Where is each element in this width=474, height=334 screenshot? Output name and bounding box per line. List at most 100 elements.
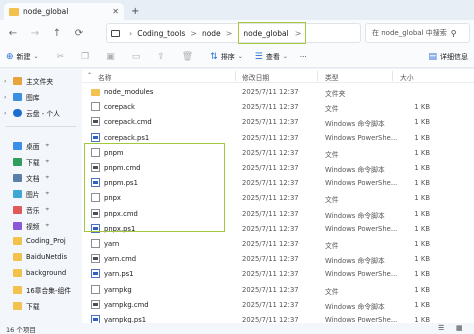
file-size: 1 KB <box>414 240 430 248</box>
column-type-header[interactable]: 类型 <box>325 72 339 82</box>
file-date: 2025/7/11 12:37 <box>242 209 299 218</box>
file-size: 1 KB <box>414 209 430 218</box>
table-row[interactable]: yarnpkg 2025/7/11 12:37 文件 1 KB <box>82 282 474 297</box>
monitor-icon <box>111 29 120 37</box>
details-view-icon[interactable]: ☰ <box>438 324 444 332</box>
sidebar-item-downloads[interactable]: 下载 ⌖ <box>4 157 80 167</box>
chevron-down-icon: ⌄ <box>33 53 39 60</box>
file-date: 2025/7/11 12:37 <box>242 285 299 294</box>
delete-button[interactable]: 🗑 <box>182 52 196 62</box>
sidebar-item-desktop[interactable]: 桌面 ⌖ <box>4 141 80 151</box>
file-date: 2025/7/11 12:37 <box>242 179 299 188</box>
sidebar-item-downloads-folder[interactable]: 下载 <box>4 301 80 311</box>
tab-node-global[interactable]: node_global ✕ <box>4 3 124 20</box>
rename-icon: ▭ <box>131 51 141 62</box>
table-row[interactable]: yarnpkg.cmd 2025/7/11 12:37 Windows 命令脚本 1 … <box>82 297 474 312</box>
sidebar-item-coding-proj[interactable]: Coding_Proj <box>4 237 80 245</box>
sidebar-item-label: 16章合集-组件 <box>26 287 72 295</box>
command-bar: ⊕ 新建 ⌄ ✂ ❐ ▣ ▭ ⇪ 🗑 ⇅ 排序 ⌄ ☰ 查看 ⌄ ··· ▤ 详… <box>0 46 474 68</box>
folder-icon <box>13 237 22 245</box>
pin-icon: ⌖ <box>45 222 49 229</box>
file-size: 1 KB <box>414 300 430 309</box>
chevron-right-icon: › <box>4 93 7 101</box>
paste-button[interactable]: ▣ <box>106 52 118 62</box>
table-row[interactable]: corepack.cmd 2025/7/11 12:37 Windows 命令脚本 1… <box>82 114 474 129</box>
cut-button[interactable]: ✂ <box>57 52 68 62</box>
new-tab-button[interactable]: + <box>131 6 139 17</box>
column-collapse-icon[interactable]: ⌃ <box>87 72 92 79</box>
tiles-view-icon[interactable]: ▦ <box>456 324 463 332</box>
up-button[interactable]: ↑ <box>46 28 68 39</box>
sidebar-item-label: 视频 <box>26 223 40 231</box>
back-button[interactable]: ← <box>2 28 24 39</box>
refresh-button[interactable]: ⟳ <box>68 28 90 39</box>
file-name: yarn.cmd <box>104 255 137 264</box>
breadcrumb-node-global[interactable]: node_global > <box>238 22 307 44</box>
file-name: yarn.ps1 <box>104 270 134 279</box>
sidebar-item-documents[interactable]: 文档 ⌖ <box>4 173 80 183</box>
pin-icon: ⌖ <box>45 158 49 165</box>
sidebar-item-pictures[interactable]: 图片 ⌖ <box>4 189 80 199</box>
forward-button[interactable]: → <box>24 28 46 39</box>
table-row[interactable]: node_modules 2025/7/11 12:37 文件夹 <box>82 84 474 99</box>
file-size: 1 KB <box>414 148 430 157</box>
status-bar: 16 个项目 ☰ ▦ <box>0 323 474 334</box>
sidebar-item-baidunetdisk[interactable]: BaiduNetdis <box>4 253 80 261</box>
share-button[interactable]: ⇪ <box>157 52 168 62</box>
tab-title: node_global <box>23 7 69 16</box>
sort-button[interactable]: ⇅ 排序 ⌄ <box>210 52 243 62</box>
column-date-header[interactable]: 修改日期 <box>242 72 269 82</box>
sidebar-item-16-chapters[interactable]: 16章合集-组件 <box>4 285 80 295</box>
pin-icon: ⌖ <box>45 174 49 181</box>
gallery-icon <box>13 93 22 101</box>
details-button[interactable]: ▤ 详细信息 <box>428 52 468 62</box>
file-name: yarnpkg <box>104 285 132 294</box>
file-name: yarn <box>104 240 120 248</box>
table-row[interactable]: corepack 2025/7/11 12:37 文件 1 KB <box>82 99 474 114</box>
sidebar-item-gallery[interactable]: › 图库 <box>4 92 80 102</box>
search-input[interactable]: 在 node_global 中搜索 ⚲ <box>365 23 470 43</box>
table-row[interactable]: yarn.cmd 2025/7/11 12:37 Windows 命令脚本 1 KB <box>82 251 474 266</box>
pin-icon: ⌖ <box>45 142 49 149</box>
cmd-script-icon <box>91 254 100 264</box>
view-button[interactable]: ☰ 查看 ⌄ <box>255 52 288 62</box>
chevron-down-icon: ⌄ <box>282 53 288 60</box>
file-date: 2025/7/11 12:37 <box>242 164 299 172</box>
close-tab-icon[interactable]: ✕ <box>112 7 119 16</box>
sidebar-item-videos[interactable]: 视频 ⌖ <box>4 221 80 231</box>
breadcrumb-coding-tools[interactable]: Coding_tools <box>137 29 185 38</box>
file-date: 2025/7/11 12:37 <box>242 194 299 203</box>
cloud-icon <box>13 109 22 117</box>
table-row[interactable]: yarn 2025/7/11 12:37 文件 1 KB <box>82 236 474 251</box>
sidebar-item-cloud[interactable]: › 云盘 - 个人 <box>4 108 80 118</box>
file-date: 2025/7/11 12:37 <box>242 300 299 309</box>
table-row[interactable]: yarn.ps1 2025/7/11 12:37 Windows PowerShe.… <box>82 266 474 281</box>
column-size-header[interactable]: 大小 <box>400 72 414 82</box>
powershell-script-icon <box>91 132 100 142</box>
file-date: 2025/7/11 12:37 <box>242 103 299 112</box>
copy-button[interactable]: ❐ <box>81 52 92 62</box>
folder-icon <box>13 286 22 294</box>
address-bar[interactable]: › Coding_tools > node > node_global > <box>106 22 361 44</box>
sidebar-item-music[interactable]: 音乐 ⌖ <box>4 205 80 215</box>
pictures-icon <box>13 190 22 198</box>
sidebar-item-home[interactable]: › 主文件夹 <box>4 76 80 86</box>
breadcrumb-node[interactable]: node <box>202 29 221 38</box>
column-name-header[interactable]: 名称 <box>98 72 112 82</box>
video-icon <box>13 222 22 230</box>
sidebar-item-label: BaiduNetdis <box>26 253 68 261</box>
sort-label: 排序 <box>220 52 235 61</box>
rename-button[interactable]: ▭ <box>132 52 144 62</box>
search-placeholder: 在 node_global 中搜索 <box>372 29 447 37</box>
folder-icon <box>13 302 22 310</box>
file-date: 2025/7/11 12:37 <box>242 88 299 96</box>
sidebar-item-background[interactable]: background <box>4 269 80 277</box>
search-icon: ⚲ <box>450 28 457 38</box>
address-row: ← → ↑ ⟳ › Coding_tools > node > node_glo… <box>0 20 474 46</box>
file-name: corepack.cmd <box>104 118 152 127</box>
file-size: 1 KB <box>414 118 430 127</box>
file-date: 2025/7/11 12:37 <box>242 255 299 264</box>
new-button[interactable]: ⊕ 新建 ⌄ <box>6 52 39 62</box>
more-button[interactable]: ··· <box>300 53 307 61</box>
file-size: 1 KB <box>414 194 430 203</box>
